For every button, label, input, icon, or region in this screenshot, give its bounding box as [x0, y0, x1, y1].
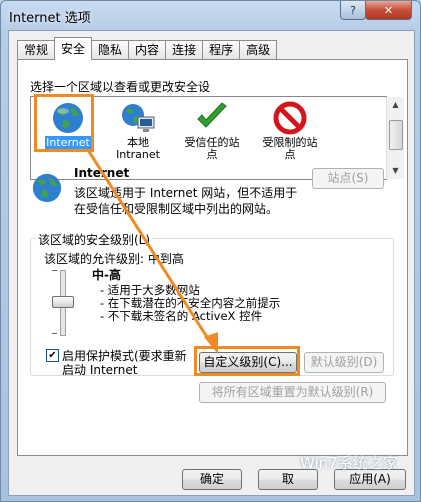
security-slider-thumb[interactable] — [52, 296, 74, 308]
ok-button[interactable]: 确定 — [182, 469, 242, 490]
zone-intranet[interactable]: 本地 Intranet — [103, 99, 173, 161]
tab-strip: 常规 安全 隐私 内容 连接 程序 高级 — [17, 37, 278, 60]
check-icon — [197, 102, 227, 128]
zone-detail-name: Internet — [74, 166, 130, 180]
tab-advanced[interactable]: 高级 — [239, 40, 278, 60]
zone-detail-globe-icon — [32, 173, 62, 203]
zone-detail-description-1: 该区域适用于 Internet 网站，但不适用于 — [74, 186, 298, 200]
scroll-up-arrow-icon[interactable]: ▲ — [387, 97, 404, 113]
zone-restricted-label: 受限制的站 点 — [262, 136, 318, 161]
help-button[interactable]: ? — [340, 1, 366, 20]
security-level-title: 该区域的安全级别(L) — [36, 231, 153, 248]
zone-detail-description-2: 在受信任和受限制区域中列出的网站。 — [74, 202, 279, 216]
window-title: Internet 选项 — [9, 11, 91, 26]
level-bullet-3: - 不下载未签名的 ActiveX 控件 — [100, 309, 263, 323]
slider-tick — [52, 333, 57, 334]
protected-mode-checkbox[interactable]: ✔ — [46, 349, 59, 362]
custom-level-highlight — [194, 346, 300, 376]
sites-button[interactable]: 站点(S) — [312, 168, 384, 189]
internet-zone-highlight — [34, 94, 94, 152]
zone-prompt: 选择一个区域以查看或更改安全设 — [30, 80, 211, 94]
tab-privacy[interactable]: 隐私 — [91, 40, 130, 60]
zone-list-scrollbar[interactable]: ▲ ▼ — [386, 97, 404, 179]
slider-tick — [52, 270, 57, 271]
close-button[interactable]: ✕ — [365, 1, 412, 20]
watermark: Win7系统之家 — [300, 454, 398, 472]
tab-security[interactable]: 安全 — [54, 37, 93, 60]
tab-content[interactable]: 内容 — [128, 40, 167, 60]
tab-programs[interactable]: 程序 — [202, 40, 241, 60]
level-name: 中-高 — [92, 268, 121, 282]
protected-mode-label-2: 启动 Internet — [62, 363, 138, 377]
allowed-levels-text: 该区域的允许级别: 中到高 — [44, 252, 184, 266]
zone-restricted[interactable]: 受限制的站 点 — [255, 99, 325, 161]
scroll-thumb[interactable] — [389, 120, 403, 150]
zone-intranet-label: 本地 Intranet — [116, 136, 160, 161]
no-entry-icon — [273, 101, 307, 135]
tab-connections[interactable]: 连接 — [165, 40, 204, 60]
tab-general[interactable]: 常规 — [17, 40, 56, 60]
intranet-icon — [122, 104, 155, 132]
zone-trusted-label: 受信任的站 点 — [184, 136, 240, 161]
scroll-down-arrow-icon[interactable]: ▼ — [387, 163, 404, 179]
default-level-button[interactable]: 默认级别(D) — [304, 352, 384, 373]
zone-trusted[interactable]: 受信任的站 点 — [177, 99, 247, 161]
reset-all-zones-button[interactable]: 将所有区域重置为默认级别(R) — [199, 382, 386, 403]
